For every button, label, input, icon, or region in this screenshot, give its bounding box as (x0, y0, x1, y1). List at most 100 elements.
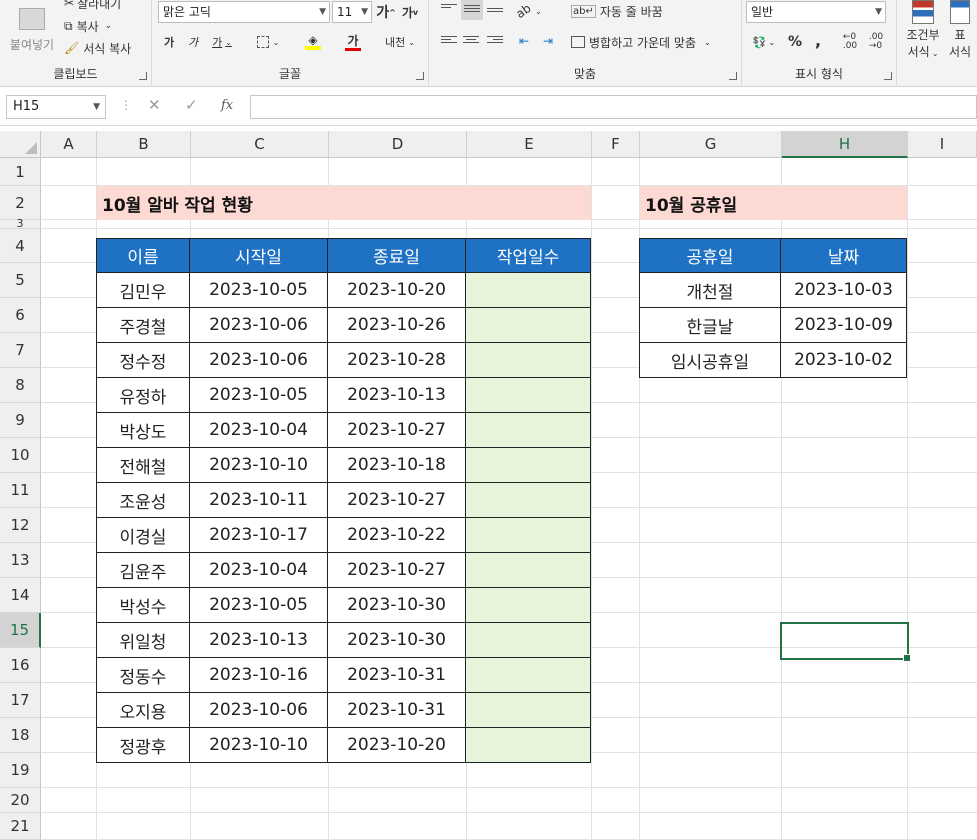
clipboard-launcher-icon[interactable] (139, 72, 147, 80)
column-header-e[interactable]: E (467, 131, 592, 158)
font-color-button[interactable]: 가 (338, 30, 368, 54)
alignment-launcher-icon[interactable] (729, 72, 737, 80)
table-cell[interactable]: 2023-10-02 (781, 343, 907, 378)
name-box[interactable]: H15 ▼ (6, 95, 106, 119)
table-cell[interactable]: 김윤주 (96, 553, 190, 588)
table-cell[interactable]: 2023-10-11 (190, 483, 328, 518)
table-cell[interactable] (466, 693, 591, 728)
number-launcher-icon[interactable] (884, 72, 892, 80)
row-header-1[interactable]: 1 (0, 158, 41, 186)
row-header-17[interactable]: 17 (0, 683, 41, 718)
table-cell[interactable]: 2023-10-20 (328, 728, 466, 763)
row-header-16[interactable]: 16 (0, 648, 41, 683)
font-size-select[interactable]: 11 ▼ (332, 1, 372, 23)
row-header-14[interactable]: 14 (0, 578, 41, 613)
accounting-format-button[interactable]: 💱 ⌄ (748, 32, 780, 52)
table-cell[interactable]: 전해철 (96, 448, 190, 483)
row-header-18[interactable]: 18 (0, 718, 41, 753)
row-header-20[interactable]: 20 (0, 788, 41, 813)
table-cell[interactable]: 2023-10-18 (328, 448, 466, 483)
table-cell[interactable]: 박성수 (96, 588, 190, 623)
row-header-21[interactable]: 21 (0, 813, 41, 840)
copy-button[interactable]: ⧉ 복사 ⌄ (64, 17, 112, 35)
table-cell[interactable]: 2023-10-30 (328, 588, 466, 623)
font-launcher-icon[interactable] (416, 72, 424, 80)
row-header-13[interactable]: 13 (0, 543, 41, 578)
align-right-icon[interactable] (487, 34, 503, 48)
table-cell[interactable] (466, 588, 591, 623)
table-cell[interactable]: 2023-10-10 (190, 728, 328, 763)
table-header-cell[interactable]: 공휴일 (639, 238, 781, 273)
row-header-8[interactable]: 8 (0, 368, 41, 403)
table-cell[interactable]: 2023-10-27 (328, 553, 466, 588)
table-cell[interactable]: 2023-10-27 (328, 413, 466, 448)
row-header-6[interactable]: 6 (0, 298, 41, 333)
increase-font-size-button[interactable]: 가 ^ (376, 2, 396, 22)
table-cell[interactable]: 2023-10-06 (190, 343, 328, 378)
row-header-9[interactable]: 9 (0, 403, 41, 438)
font-name-select[interactable]: 맑은 고딕 ▼ (158, 1, 330, 23)
table-cell[interactable] (466, 413, 591, 448)
increase-decimal-button[interactable]: ←0.00 (840, 32, 860, 52)
row-header-12[interactable]: 12 (0, 508, 41, 543)
table-cell[interactable]: 2023-10-16 (190, 658, 328, 693)
align-left-icon[interactable] (441, 34, 457, 48)
table-cell[interactable]: 2023-10-13 (328, 378, 466, 413)
row-header-19[interactable]: 19 (0, 753, 41, 788)
align-bottom-icon[interactable] (487, 6, 503, 20)
active-cell-selection[interactable] (780, 622, 911, 662)
table-cell[interactable]: 위일청 (96, 623, 190, 658)
table-cell[interactable]: 박상도 (96, 413, 190, 448)
table-cell[interactable]: 이경실 (96, 518, 190, 553)
table-cell[interactable]: 2023-10-31 (328, 658, 466, 693)
table-cell[interactable]: 2023-10-22 (328, 518, 466, 553)
table-cell[interactable]: 주경철 (96, 308, 190, 343)
column-header-i[interactable]: I (908, 131, 977, 158)
table-cell[interactable]: 2023-10-13 (190, 623, 328, 658)
align-center-icon[interactable] (463, 34, 479, 48)
decrease-indent-button[interactable]: ⇤ (515, 32, 533, 50)
column-header-f[interactable]: F (592, 131, 640, 158)
table-cell[interactable]: 2023-10-04 (190, 553, 328, 588)
table-cell[interactable]: 조윤성 (96, 483, 190, 518)
table-cell[interactable]: 2023-10-06 (190, 308, 328, 343)
phonetic-button[interactable]: 내천 ⌄ (382, 30, 418, 54)
row-header-3[interactable]: 3 (0, 218, 41, 229)
format-painter-button[interactable]: 🖌 서식 복사 (64, 39, 131, 57)
table-cell[interactable]: 오지용 (96, 693, 190, 728)
paste-button[interactable]: 붙여넣기 (4, 0, 60, 60)
table-cell[interactable]: 정동수 (96, 658, 190, 693)
table-cell[interactable]: 개천절 (639, 273, 781, 308)
column-header-c[interactable]: C (191, 131, 329, 158)
italic-button[interactable]: 가 (184, 32, 202, 52)
underline-button[interactable]: 가 ⌄ (208, 32, 236, 52)
column-header-b[interactable]: B (97, 131, 191, 158)
table-cell[interactable]: 2023-10-28 (328, 343, 466, 378)
table-cell[interactable] (466, 378, 591, 413)
orientation-button[interactable]: ab ⌄ (513, 1, 543, 21)
table-cell[interactable]: 2023-10-10 (190, 448, 328, 483)
cancel-entry-icon[interactable]: ✕ (148, 96, 161, 114)
row-header-7[interactable]: 7 (0, 333, 41, 368)
row-header-15[interactable]: 15 (0, 613, 41, 648)
select-all-button[interactable] (0, 131, 41, 158)
table-cell[interactable]: 2023-10-20 (328, 273, 466, 308)
table-cell[interactable]: 2023-10-26 (328, 308, 466, 343)
table-cell[interactable]: 임시공휴일 (639, 343, 781, 378)
row-header-5[interactable]: 5 (0, 263, 41, 298)
table-cell[interactable]: 김민우 (96, 273, 190, 308)
align-top-icon[interactable] (441, 2, 457, 16)
confirm-entry-icon[interactable]: ✓ (185, 96, 198, 114)
table-cell[interactable] (466, 448, 591, 483)
table-cell[interactable]: 정수정 (96, 343, 190, 378)
row-header-2[interactable]: 2 (0, 186, 41, 220)
table-cell[interactable] (466, 553, 591, 588)
column-header-a[interactable]: A (41, 131, 97, 158)
align-middle-icon[interactable] (461, 0, 483, 20)
table-cell[interactable] (466, 308, 591, 343)
row-header-11[interactable]: 11 (0, 473, 41, 508)
table-cell[interactable]: 2023-10-17 (190, 518, 328, 553)
table-cell[interactable] (466, 658, 591, 693)
percent-button[interactable]: % (786, 32, 804, 52)
table-cell[interactable]: 정광후 (96, 728, 190, 763)
